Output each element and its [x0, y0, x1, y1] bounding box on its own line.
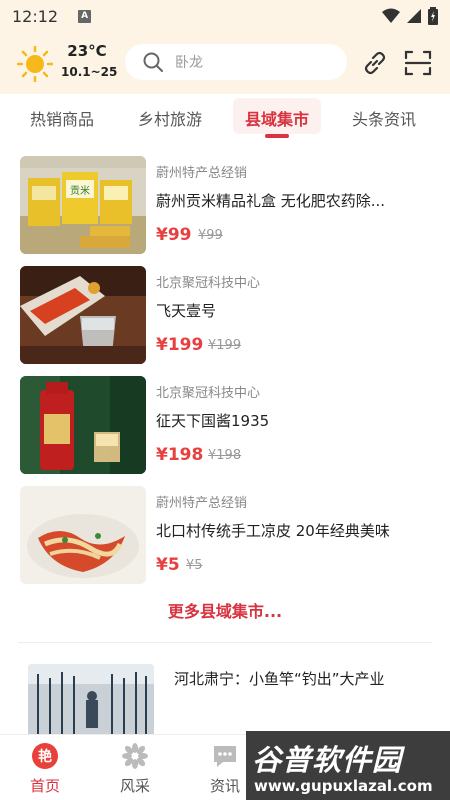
product-name: 北口村传统手工凉皮 20年经典美味	[156, 522, 390, 540]
section-divider	[18, 642, 432, 643]
product-name: 飞天壹号	[156, 302, 217, 320]
temperature: 23°C	[67, 42, 107, 60]
nav-style[interactable]: 风采	[90, 735, 180, 800]
product-shop: 北京聚冠科技中心	[156, 386, 261, 401]
watermark-url: www.gupuxlazal.com	[254, 777, 433, 795]
status-time: 12:12	[12, 6, 59, 26]
tab-headline-news[interactable]: 头条资讯	[352, 106, 416, 130]
product-shop: 蔚州特产总经销	[156, 496, 248, 511]
flower-icon	[122, 743, 148, 769]
nav-home-label: 首页	[29, 777, 60, 795]
news-image	[28, 664, 154, 734]
tab-rural-tourism[interactable]: 乡村旅游	[138, 106, 202, 130]
category-tabs: 热销商品 乡村旅游 县域集市 头条资讯	[0, 94, 450, 144]
product-item[interactable]: 北京聚冠科技中心 飞天壹号 ¥199 ¥199	[20, 266, 430, 364]
news-item[interactable]: 河北肃宁：小鱼竿“钓出”大产业	[28, 664, 428, 734]
product-original-price: ¥198	[208, 448, 242, 463]
more-county-market-link[interactable]: 更多县域集市...	[0, 598, 450, 622]
product-price: ¥198	[156, 445, 204, 465]
product-image	[20, 486, 146, 584]
nav-style-label: 风采	[119, 777, 150, 795]
product-original-price: ¥199	[208, 338, 242, 353]
news-title: 河北肃宁：小鱼竿“钓出”大产业	[174, 670, 385, 688]
product-shop: 蔚州特产总经销	[156, 166, 248, 181]
svg-text:艳: 艳	[38, 748, 52, 765]
active-tab-indicator	[265, 134, 289, 138]
home-icon: 艳	[32, 743, 58, 769]
battery-icon	[428, 7, 438, 25]
sun-icon	[17, 46, 53, 82]
product-original-price: ¥99	[198, 228, 223, 243]
chat-icon	[214, 746, 236, 767]
link-icon[interactable]	[361, 49, 389, 77]
signal-icon	[407, 9, 421, 23]
status-icons	[382, 7, 438, 25]
product-shop: 北京聚冠科技中心	[156, 276, 261, 291]
product-price: ¥199	[156, 335, 204, 355]
product-image: 贡米	[20, 156, 146, 254]
search-icon	[143, 52, 163, 72]
product-price: ¥99	[156, 225, 192, 245]
tab-county-market[interactable]: 县域集市	[245, 106, 309, 130]
product-item[interactable]: 蔚州特产总经销 北口村传统手工凉皮 20年经典美味 ¥5 ¥5	[20, 486, 430, 584]
temperature-range: 10.1~25	[61, 65, 118, 79]
product-name: 征天下国酱1935	[156, 412, 270, 430]
notification-badge: A	[78, 9, 92, 23]
watermark-text: 谷普软件园	[252, 743, 403, 777]
product-name: 蔚州贡米精品礼盒 无化肥农药除...	[156, 192, 386, 210]
product-image	[20, 376, 146, 474]
status-bar: 12:12 A	[0, 0, 450, 32]
app-root: 12:12 A 23°C 10.1~25 卧龙 热销商品 乡村旅游 县域集市 头…	[0, 0, 450, 800]
product-image	[20, 266, 146, 364]
product-item[interactable]: 北京聚冠科技中心 征天下国酱1935 ¥198 ¥198	[20, 376, 430, 474]
search-placeholder: 卧龙	[175, 55, 203, 71]
product-price: ¥5	[156, 555, 180, 575]
watermark-overlay: 谷普软件园 www.gupuxlazal.com	[246, 731, 450, 800]
search-input[interactable]: 卧龙	[125, 44, 347, 80]
scan-icon[interactable]	[404, 49, 432, 77]
product-item[interactable]: 贡米 蔚州特产总经销 蔚州贡米精品礼盒 无化肥农药除... ¥99 ¥99	[20, 156, 430, 254]
top-header: 23°C 10.1~25 卧龙	[0, 32, 450, 94]
tab-hot-products[interactable]: 热销商品	[30, 106, 94, 130]
nav-home[interactable]: 艳 首页	[0, 735, 90, 800]
wifi-icon	[382, 8, 400, 23]
svg-text:贡米: 贡米	[70, 184, 90, 197]
product-original-price: ¥5	[186, 558, 203, 573]
